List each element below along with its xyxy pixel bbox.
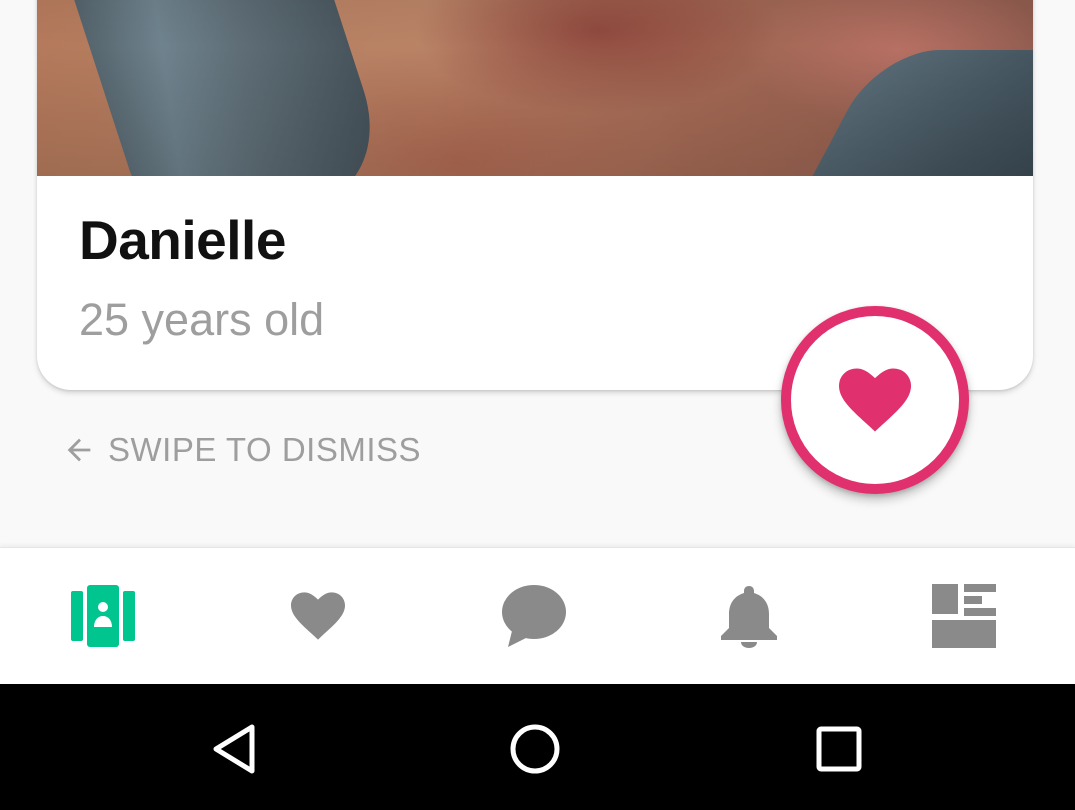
app-screen: Danielle 25 years old SWIPE TO DISMISS — [0, 0, 1075, 810]
system-recents-button[interactable] — [794, 704, 884, 794]
nav-item-cards[interactable] — [63, 576, 143, 656]
nav-item-messages[interactable] — [494, 576, 574, 656]
heart-icon — [839, 368, 911, 432]
profile-name: Danielle — [79, 209, 286, 271]
nav-item-dashboard[interactable] — [924, 576, 1004, 656]
back-triangle-icon — [213, 724, 255, 774]
system-back-button[interactable] — [188, 704, 278, 794]
nav-item-likes[interactable] — [278, 576, 358, 656]
recents-square-icon — [816, 726, 862, 772]
system-home-button[interactable] — [490, 704, 580, 794]
heart-icon — [291, 592, 345, 640]
cards-icon — [71, 585, 135, 647]
chat-bubble-icon — [502, 585, 566, 647]
home-circle-icon — [510, 724, 560, 774]
profile-photo — [37, 0, 1033, 176]
swipe-hint-label: SWIPE TO DISMISS — [108, 431, 422, 468]
dashboard-icon — [932, 584, 996, 648]
system-navigation-bar — [0, 684, 1075, 810]
bell-icon — [721, 586, 777, 648]
profile-age: 25 years old — [79, 294, 325, 345]
arrow-left-icon — [67, 438, 91, 462]
bottom-navigation — [0, 547, 1075, 684]
like-button[interactable] — [781, 306, 969, 494]
nav-item-notifications[interactable] — [709, 576, 789, 656]
swipe-hint: SWIPE TO DISMISS — [62, 430, 421, 470]
